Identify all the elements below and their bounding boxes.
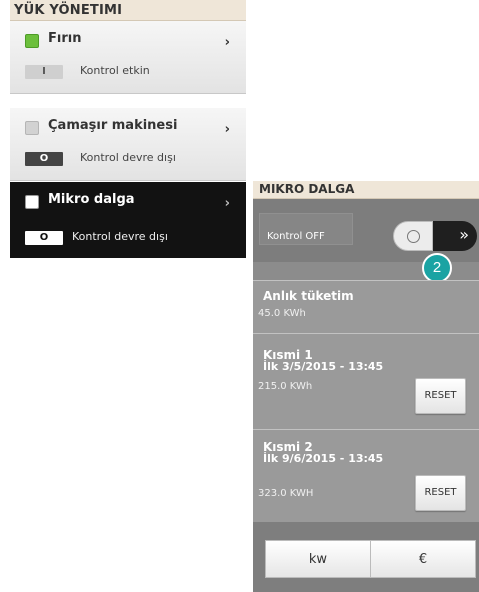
partial2-value: 323.0 KWH [258, 488, 314, 499]
control-badge-off: O [25, 152, 63, 166]
device-name-microwave: Mikro dalga [48, 192, 135, 207]
partial2-section: Kısmi 2 İlk 9/6/2015 - 13:45 323.0 KWH R… [253, 429, 479, 523]
device-washing-machine[interactable]: Çamaşır makinesi › O Kontrol devre dışı [10, 108, 246, 181]
device-status-oven: Kontrol etkin [80, 64, 150, 77]
control-status-label: Kontrol OFF [267, 231, 325, 242]
partial1-section: Kısmi 1 İlk 3/5/2015 - 13:45 215.0 KWh R… [253, 333, 479, 429]
control-toggle[interactable]: » [393, 221, 477, 251]
partial1-value: 215.0 KWh [258, 381, 313, 392]
reset-partial1-button[interactable]: RESET [415, 378, 466, 414]
chevron-right-icon: › [224, 122, 230, 137]
device-name-washing-machine: Çamaşır makinesi [48, 118, 178, 133]
reset-partial2-button[interactable]: RESET [415, 475, 466, 511]
microwave-title: MIKRO DALGA [253, 181, 479, 199]
chevron-right-icon: › [224, 196, 230, 211]
control-row: Kontrol OFF » 2 [253, 199, 479, 283]
double-chevron-right-icon: » [459, 225, 469, 244]
microwave-detail-panel: MIKRO DALGA Kontrol OFF » 2 Anlık tüketi… [253, 181, 479, 592]
kw-unit-button[interactable]: kw [265, 540, 371, 578]
euro-unit-button[interactable]: € [370, 540, 476, 578]
device-name-oven: Fırın [48, 31, 82, 46]
device-microwave[interactable]: Mikro dalga › O Kontrol devre dışı [10, 182, 246, 258]
oven-status-indicator [25, 34, 39, 48]
partial1-start: İlk 3/5/2015 - 13:45 [263, 360, 384, 373]
instant-consumption-value: 45.0 KWh [258, 308, 306, 319]
unit-selector-bar: kw € [253, 522, 479, 592]
load-management-title: YÜK YÖNETIMI [10, 0, 246, 21]
device-status-microwave: Kontrol devre dışı [72, 230, 168, 243]
instant-consumption-title: Anlık tüketim [263, 289, 354, 303]
toggle-track[interactable]: » [433, 221, 477, 251]
chevron-right-icon: › [224, 35, 230, 50]
circle-off-icon [407, 230, 420, 243]
device-oven[interactable]: Fırın › I Kontrol etkin [10, 21, 246, 94]
load-management-panel: YÜK YÖNETIMI Fırın › I Kontrol etkin Çam… [10, 0, 246, 258]
partial2-start: İlk 9/6/2015 - 13:45 [263, 452, 384, 465]
microwave-status-indicator [25, 195, 39, 209]
toggle-knob[interactable] [393, 221, 433, 251]
device-status-washing-machine: Kontrol devre dışı [80, 151, 176, 164]
washing-machine-status-indicator [25, 121, 39, 135]
callout-number-badge: 2 [422, 253, 452, 283]
control-badge-off: O [25, 231, 63, 245]
instant-consumption-section: Anlık tüketim 45.0 KWh [253, 280, 479, 333]
control-badge-on: I [25, 65, 63, 79]
